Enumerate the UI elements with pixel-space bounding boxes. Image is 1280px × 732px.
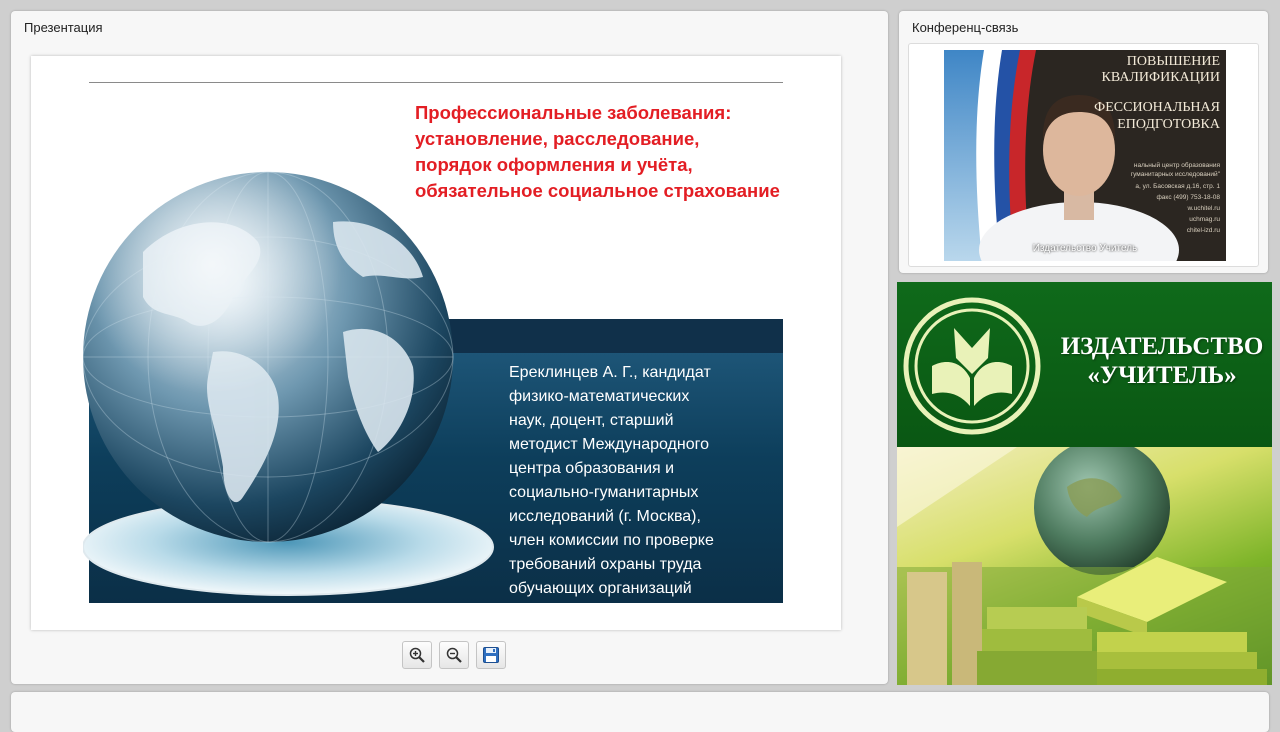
save-button[interactable] [476,641,506,669]
slide-title-line: установление, расследование, [415,128,700,149]
author-line: наук, доцент, старший [509,412,674,429]
video-frame: ПОВЫШЕНИЕ КВАЛИФИКАЦИИ ФЕССИОНАЛЬНАЯ ЕПО… [908,43,1259,267]
conference-panel: Конференц-связь ПОВЫШЕНИЕ КВАЛИФИКАЦИИ Ф… [899,11,1268,273]
books-globe-image [897,447,1272,685]
video-bg-small-text: гуманитарных исследований" [1130,171,1220,178]
speaker-name-caption: Издательство Учитель [1032,243,1138,254]
video-bg-text: ФЕССИОНАЛЬНАЯ [1094,100,1220,115]
video-bg-text: ЕПОДГОТОВКА [1117,117,1220,132]
publisher-name-line1: ИЗДАТЕЛЬСТВО [1060,333,1264,360]
slide-toolbar [402,641,506,669]
presentation-panel-title: Презентация [24,20,103,35]
author-line: требований охраны труда [509,556,702,573]
author-line: методист Международного [509,436,710,453]
author-line: Ереклинцев А. Г., кандидат [509,364,711,381]
video-bg-small-text: а, ул. Басовская д.16, стр. 1 [1135,183,1220,190]
author-line: исследований (г. Москва), [509,508,701,525]
presentation-slide: Профессиональные заболевания: установлен… [31,56,841,630]
publisher-banner: ИЗДАТЕЛЬСТВО «УЧИТЕЛЬ» [897,282,1272,447]
publisher-name: ИЗДАТЕЛЬСТВО «УЧИТЕЛЬ» [1057,332,1267,390]
publisher-logo-icon [903,297,1041,435]
video-bg-text: ПОВЫШЕНИЕ [1126,54,1220,69]
zoom-out-icon [446,647,462,663]
author-line: обучающих организаций [509,580,692,597]
conference-panel-title: Конференц-связь [912,20,1019,35]
zoom-in-button[interactable] [402,641,432,669]
video-bg-text: КВАЛИФИКАЦИИ [1101,70,1220,85]
globe-illustration [83,171,494,596]
publisher-name-line2: «УЧИТЕЛЬ» [1087,362,1237,389]
video-bg-small-text: uchmag.ru [1189,216,1220,223]
video-bg-small-text: chitel-izd.ru [1186,227,1220,234]
presentation-panel: Презентация Профессиональные заболевания… [11,11,888,684]
author-line: член комиссии по проверке [509,532,714,549]
books-globe-photo [897,447,1272,685]
slide-author-info: Ереклинцев А. Г., кандидат физико-матема… [509,361,779,601]
video-bg-small-text: факс (499) 753-18-08 [1156,194,1220,201]
author-line: центра образования и [509,460,675,477]
bottom-panel [11,692,1269,732]
zoom-in-icon [409,647,425,663]
video-bg-small-text: w.uchitel.ru [1187,205,1220,212]
zoom-out-button[interactable] [439,641,469,669]
slide-top-rule [89,82,783,83]
floppy-disk-icon [483,647,499,663]
speaker-video[interactable]: ПОВЫШЕНИЕ КВАЛИФИКАЦИИ ФЕССИОНАЛЬНАЯ ЕПО… [944,50,1226,261]
slide-title-line: Профессиональные заболевания: [415,102,732,123]
author-line: социально-гуманитарных [509,484,699,501]
author-line: физико-математических [509,388,690,405]
video-bg-small-text: нальный центр образования [1133,162,1220,169]
